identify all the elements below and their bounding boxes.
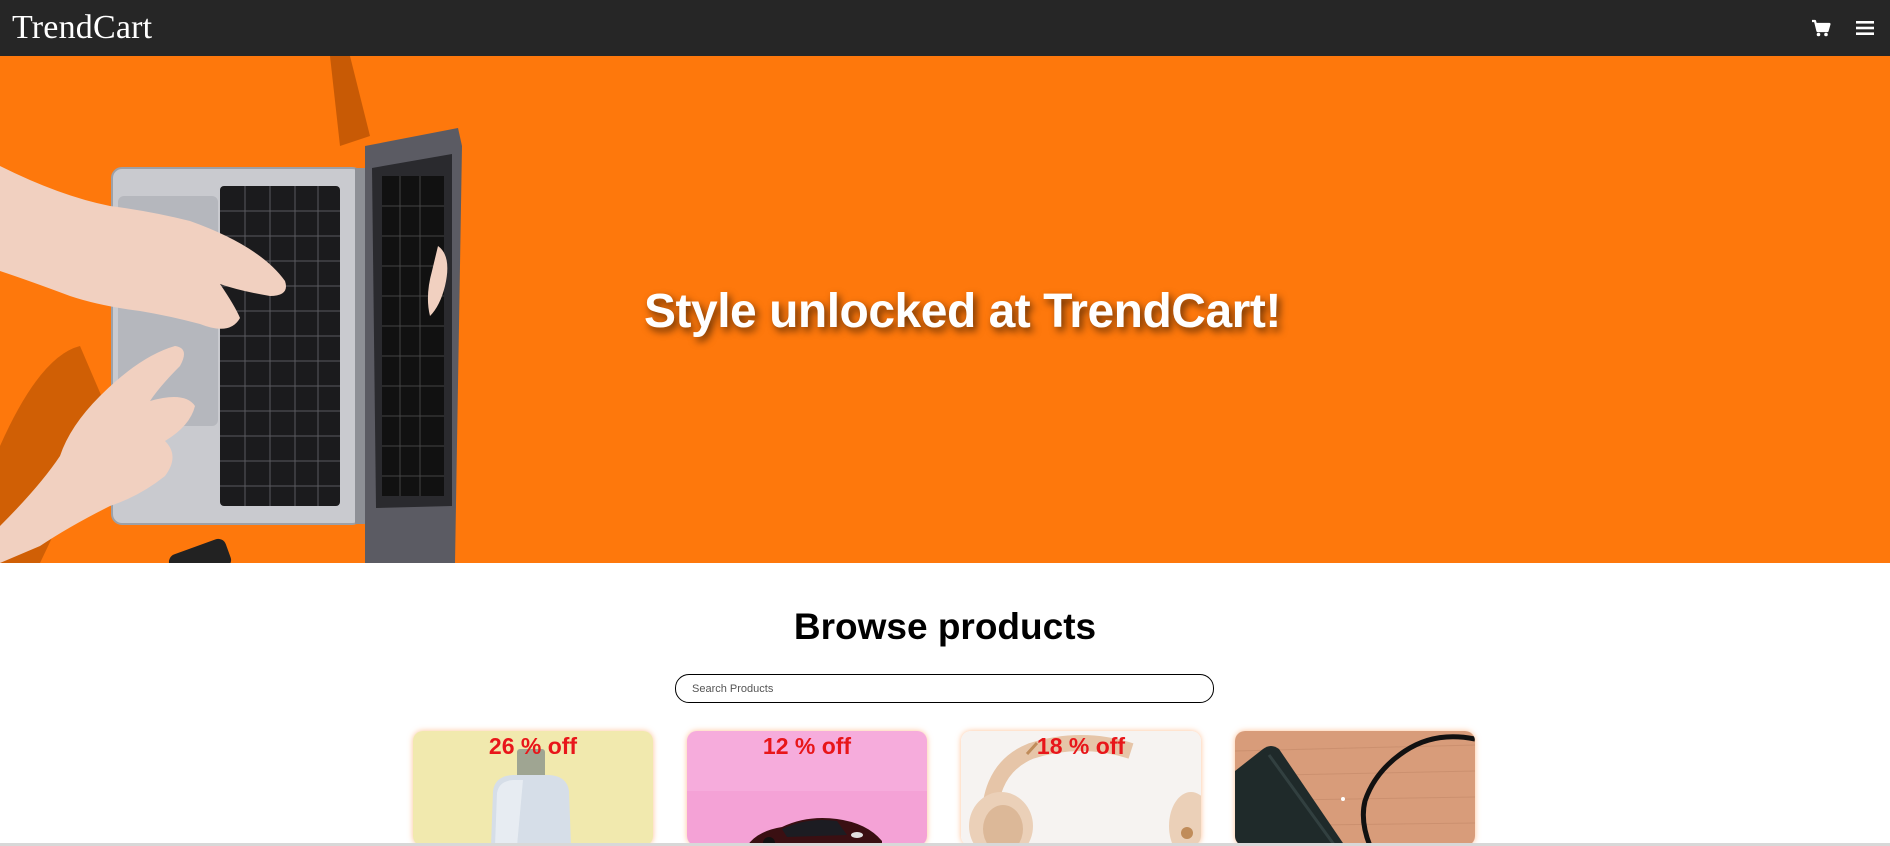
section-title: Browse products <box>793 606 1097 647</box>
nav-icons <box>1810 17 1878 39</box>
phone-cable-image <box>1235 731 1475 846</box>
discount-badge: 18 % off <box>1036 733 1126 759</box>
discount-badge: 26 % off <box>488 733 578 759</box>
product-card[interactable] <box>1235 731 1475 846</box>
search-input[interactable] <box>675 674 1214 703</box>
cart-icon[interactable] <box>1810 17 1832 39</box>
product-card[interactable]: 26 % off <box>413 731 653 846</box>
product-card[interactable]: 18 % off <box>961 731 1201 846</box>
laptop-typing-hands-image <box>0 56 462 563</box>
hero-banner: Style unlocked at TrendCart! <box>0 56 1890 563</box>
hamburger-menu-icon[interactable] <box>1854 17 1876 39</box>
product-grid: 26 % off 12 % off 18 % off <box>413 731 1477 846</box>
search-bar <box>675 674 1214 703</box>
hero-headline: Style unlocked at TrendCart! <box>644 285 1281 338</box>
discount-badge: 12 % off <box>762 733 852 759</box>
top-navbar: TrendCart <box>0 0 1890 56</box>
product-card[interactable]: 12 % off <box>687 731 927 846</box>
brand-logo[interactable]: TrendCart <box>12 9 152 47</box>
